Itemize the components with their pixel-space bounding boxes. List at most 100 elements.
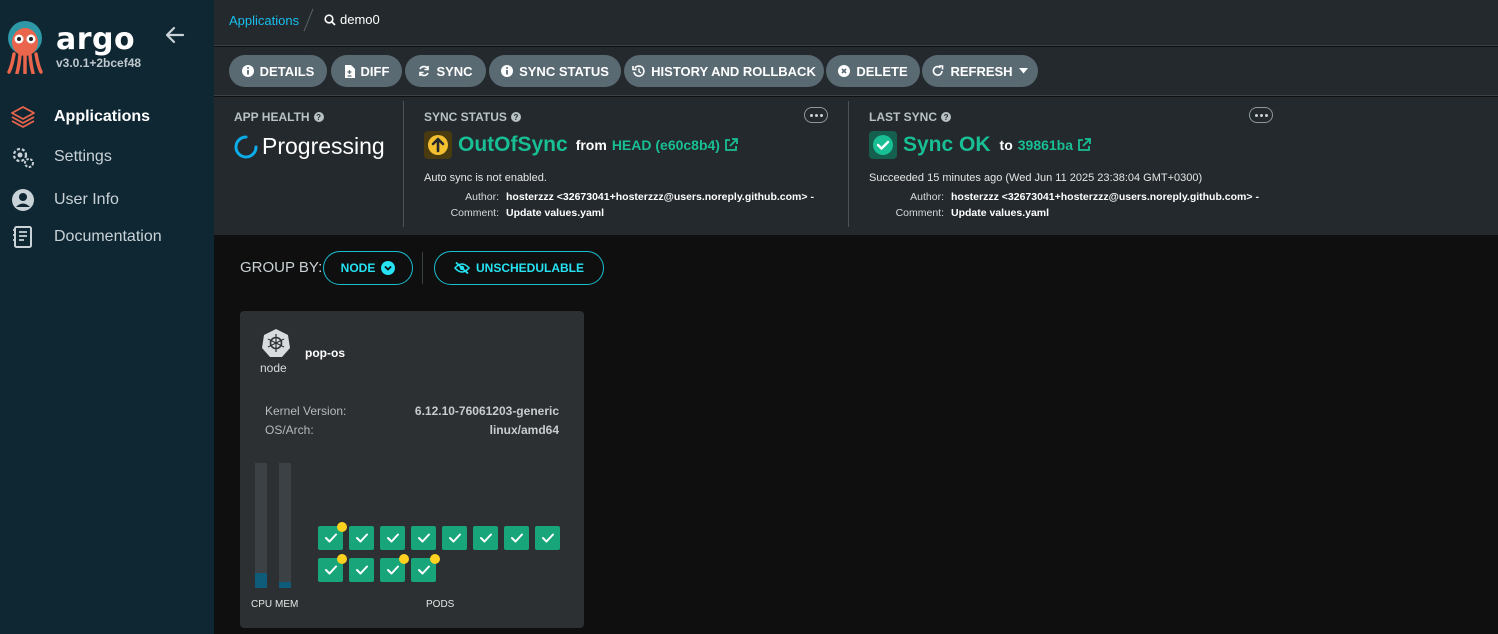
sync-author: hosterzzz <32673041+hosterzzz@users.nore… xyxy=(506,191,814,203)
unschedulable-toggle[interactable]: UNSCHEDULABLE xyxy=(434,251,604,285)
refresh-icon xyxy=(933,65,944,76)
pod[interactable] xyxy=(380,554,409,582)
sync-status-heading-text: SYNC STATUS xyxy=(424,110,507,124)
argo-logo xyxy=(4,20,46,75)
help-icon[interactable]: ? xyxy=(941,112,952,122)
info-icon xyxy=(501,65,514,77)
group-by-node-dropdown[interactable]: NODE xyxy=(323,251,413,285)
sync-label: SYNC xyxy=(436,63,473,79)
last-sync-value: Sync OK to 39861ba xyxy=(869,131,1091,159)
cpu-label: CPU xyxy=(251,599,273,610)
sidebar-item-user-info[interactable]: User Info xyxy=(10,187,119,213)
last-sync-revision-link[interactable]: 39861ba xyxy=(1018,137,1073,153)
external-link-icon[interactable] xyxy=(724,138,738,152)
brand-name: argo xyxy=(56,22,136,57)
book-icon xyxy=(10,224,36,250)
chevron-down-icon xyxy=(381,261,396,275)
prop-value: linux/amd64 xyxy=(489,423,559,437)
sync-status-more-button[interactable] xyxy=(804,107,828,123)
details-label: DETAILS xyxy=(259,63,315,79)
sync-status-button[interactable]: SYNC STATUS xyxy=(489,55,621,87)
gears-icon xyxy=(10,144,36,170)
app-toolbar: DETAILS DIFF SYNC SYNC STATUS HISTORY AN… xyxy=(214,47,1498,96)
pod[interactable] xyxy=(535,526,560,550)
external-link-icon[interactable] xyxy=(1077,138,1091,152)
pod[interactable] xyxy=(411,554,440,582)
mem-usage-bar xyxy=(279,463,291,588)
diff-button[interactable]: DIFF xyxy=(331,55,402,87)
sync-comment-label: Comment: xyxy=(450,207,499,219)
app-health-text: Progressing xyxy=(262,133,385,159)
sync-author-label: Author: xyxy=(465,191,499,203)
pod-warning-dot xyxy=(430,554,440,564)
sidebar-item-documentation[interactable]: Documentation xyxy=(10,224,162,250)
breadcrumb-app-name: demo0 xyxy=(340,12,380,27)
sync-button[interactable]: SYNC xyxy=(405,55,486,87)
pod[interactable] xyxy=(349,558,374,582)
collapse-sidebar-button[interactable] xyxy=(164,24,186,46)
group-by-selected: NODE xyxy=(340,261,376,275)
unschedulable-label: UNSCHEDULABLE xyxy=(476,261,584,275)
divider xyxy=(422,252,423,284)
info-icon xyxy=(241,65,254,77)
pod[interactable] xyxy=(349,526,374,550)
sync-comment-row: Comment: Update values.yaml xyxy=(424,207,604,219)
last-sync-comment: Update values.yaml xyxy=(951,207,1050,219)
check-icon xyxy=(541,533,554,543)
diff-label: DIFF xyxy=(360,63,390,79)
pod[interactable] xyxy=(411,526,436,550)
history-label: HISTORY AND ROLLBACK xyxy=(651,63,816,79)
pod[interactable] xyxy=(504,526,529,550)
history-and-rollback-button[interactable]: HISTORY AND ROLLBACK xyxy=(624,55,824,87)
pod[interactable] xyxy=(318,554,347,582)
mem-usage-fill xyxy=(279,582,291,588)
app-status-panel: APP HEALTH ? Progressing SYNC STATUS ? O… xyxy=(214,97,1498,235)
sync-icon xyxy=(419,65,430,77)
last-sync-heading-text: LAST SYNC xyxy=(869,110,938,124)
pod[interactable] xyxy=(473,526,498,550)
node-prop-os-arch: OS/Arch: linux/amd64 xyxy=(265,423,559,437)
sidebar-item-applications[interactable]: Applications xyxy=(10,104,150,130)
pod[interactable] xyxy=(442,526,467,550)
sync-status-heading: SYNC STATUS ? xyxy=(424,110,521,124)
sidebar: argo v3.0.1+2bcef48 Applications Setting… xyxy=(0,0,214,634)
help-icon[interactable]: ? xyxy=(510,112,521,122)
last-sync-comment-label: Comment: xyxy=(895,207,944,219)
sync-revision-link[interactable]: HEAD (e60c8b4) xyxy=(612,137,720,153)
check-icon xyxy=(386,565,399,575)
divider xyxy=(403,101,404,227)
eye-slash-icon xyxy=(454,262,470,274)
divider xyxy=(848,101,849,227)
pod-warning-dot xyxy=(337,522,347,532)
sync-note: Auto sync is not enabled. xyxy=(424,172,547,184)
refresh-button[interactable]: REFRESH xyxy=(922,55,1038,87)
last-sync-text: Sync OK xyxy=(903,133,991,156)
help-icon[interactable]: ? xyxy=(313,112,324,122)
sidebar-item-settings[interactable]: Settings xyxy=(10,144,112,170)
user-circle-icon xyxy=(10,187,36,213)
breadcrumb-current-app[interactable]: demo0 xyxy=(324,12,380,27)
check-icon xyxy=(417,565,430,575)
last-sync-note: Succeeded 15 minutes ago (Wed Jun 11 202… xyxy=(869,172,1203,184)
node-type-label: node xyxy=(260,361,287,375)
kubernetes-node-icon xyxy=(262,329,290,357)
pod-warning-dot xyxy=(399,554,409,564)
breadcrumb-applications-link[interactable]: Applications xyxy=(229,13,299,28)
caret-down-icon xyxy=(1018,68,1028,74)
check-icon xyxy=(479,533,492,543)
check-icon xyxy=(355,533,368,543)
node-card[interactable]: node pop-os Kernel Version: 6.12.10-7606… xyxy=(240,311,584,628)
prop-key: OS/Arch: xyxy=(265,423,314,437)
details-button[interactable]: DETAILS xyxy=(229,55,327,87)
check-icon xyxy=(355,565,368,575)
last-sync-author: hosterzzz <32673041+hosterzzz@users.nore… xyxy=(951,191,1259,203)
last-sync-more-button[interactable] xyxy=(1249,107,1273,123)
pod[interactable] xyxy=(380,526,405,550)
delete-button[interactable]: DELETE xyxy=(826,55,920,87)
app-health-value: Progressing xyxy=(234,133,385,160)
layers-icon xyxy=(10,104,36,130)
last-sync-comment-row: Comment: Update values.yaml xyxy=(869,207,1049,219)
last-sync-author-label: Author: xyxy=(910,191,944,203)
pod[interactable] xyxy=(318,522,347,550)
node-prop-kernel: Kernel Version: 6.12.10-76061203-generic xyxy=(265,404,559,418)
